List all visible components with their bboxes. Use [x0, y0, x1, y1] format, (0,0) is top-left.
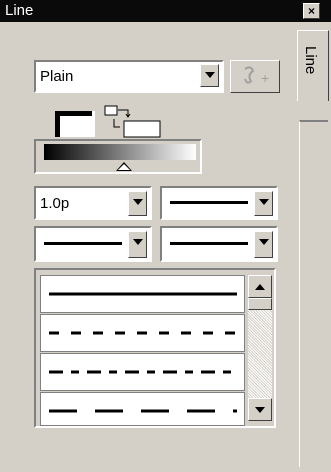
list-item[interactable] [40, 353, 245, 391]
chevron-down-icon[interactable] [254, 231, 273, 258]
scroll-up-button[interactable] [248, 275, 272, 298]
dash-solid-preview [49, 292, 237, 296]
tint-gradient-bar[interactable] [44, 144, 196, 160]
tint-slider-handle[interactable] [116, 162, 132, 171]
chevron-down-icon[interactable] [128, 231, 147, 258]
scroll-down-button[interactable] [248, 398, 272, 421]
line-style-value: Plain [40, 68, 74, 85]
chevron-down-icon[interactable] [254, 191, 273, 216]
close-button[interactable]: × [303, 3, 320, 19]
stroke-swatch-left[interactable] [55, 111, 60, 137]
dash-mixed-preview [49, 370, 237, 374]
chevron-down-icon[interactable] [200, 64, 219, 87]
dash-short-preview [49, 331, 237, 335]
add-style-icon: + [244, 66, 269, 86]
list-item[interactable] [40, 392, 245, 426]
panel-title: Line [5, 2, 34, 19]
stroke-swatch-top[interactable] [55, 111, 92, 116]
scroll-thumb[interactable] [248, 298, 272, 310]
start-cap-select[interactable] [34, 226, 152, 262]
dash-long-preview [49, 409, 237, 413]
scroll-track[interactable] [248, 310, 272, 398]
list-item[interactable] [40, 275, 245, 313]
svg-text:+: + [261, 70, 269, 86]
tab-strip-area [299, 120, 328, 467]
add-style-button[interactable]: + [230, 60, 280, 93]
solid-line-preview [170, 201, 248, 204]
dash-select[interactable] [160, 186, 278, 220]
end-cap-preview [170, 242, 248, 245]
end-cap-select[interactable] [160, 226, 278, 262]
chevron-down-icon [255, 407, 265, 413]
start-cap-preview [44, 242, 122, 245]
chevron-down-icon[interactable] [128, 191, 147, 216]
list-item[interactable] [40, 314, 245, 352]
title-bar [0, 0, 331, 22]
tab-line-label: Line [302, 46, 319, 75]
line-style-select[interactable]: Plain [34, 60, 224, 93]
weight-value: 1.0p [40, 195, 70, 212]
chevron-up-icon [255, 284, 265, 290]
weight-select[interactable]: 1.0p [34, 186, 152, 220]
swap-colors-icon[interactable] [104, 105, 162, 139]
